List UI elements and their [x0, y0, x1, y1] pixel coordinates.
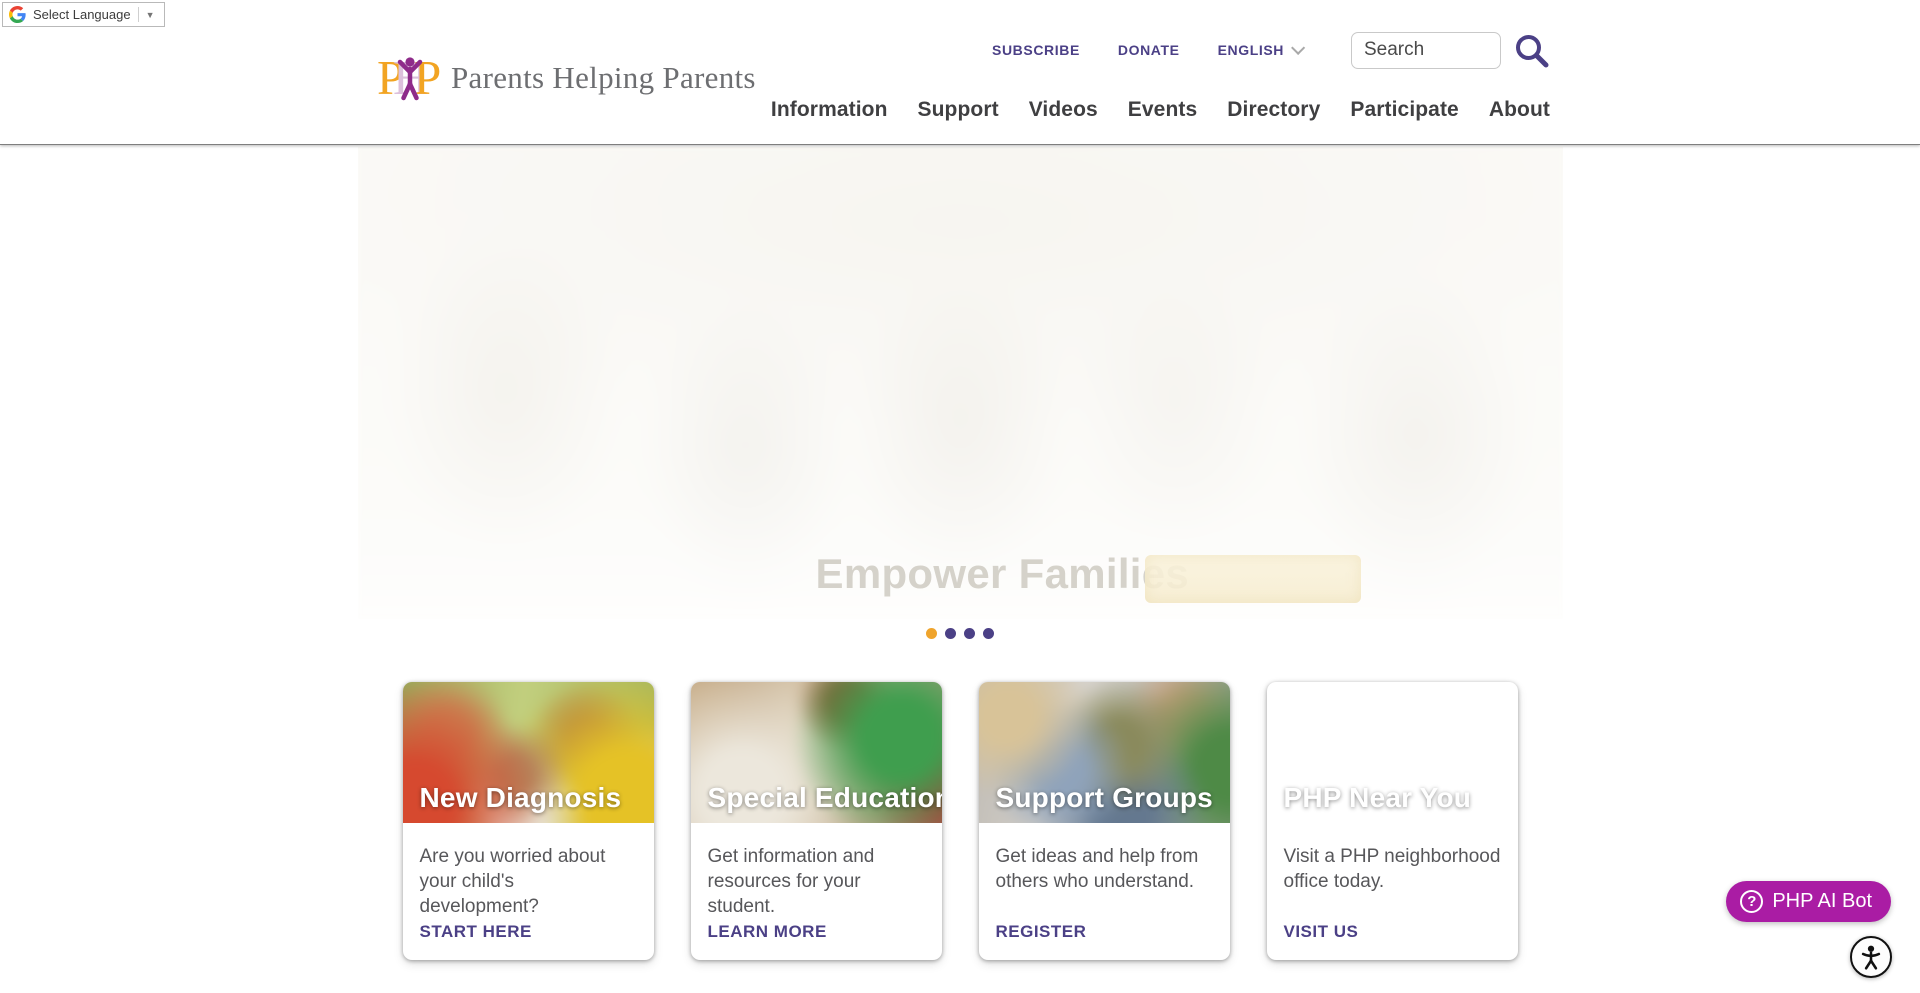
search-area	[1351, 32, 1550, 69]
carousel-dot-2[interactable]	[945, 628, 956, 639]
site-header: P H P Parents Helping Parents	[0, 0, 1920, 145]
page: Select Language ▼ P H P	[0, 0, 1920, 993]
ai-bot-label: PHP AI Bot	[1772, 890, 1872, 913]
hero-image-faded	[358, 147, 1563, 619]
nav-item-information[interactable]: Information	[771, 98, 888, 122]
feature-cards: New Diagnosis Are you worried about your…	[403, 682, 1518, 960]
nav-item-videos[interactable]: Videos	[1029, 98, 1098, 122]
card-description: Are you worried about your child's devel…	[420, 844, 637, 919]
chevron-down-icon	[1291, 41, 1305, 55]
language-selector[interactable]: ENGLISH	[1218, 42, 1301, 58]
carousel-dot-3[interactable]	[964, 628, 975, 639]
card-description: Get ideas and help from others who under…	[996, 844, 1213, 894]
card-description: Visit a PHP neighborhood office today.	[1284, 844, 1501, 894]
carousel-dot-1[interactable]	[926, 628, 937, 639]
card-image: PHP Near You	[1267, 682, 1518, 823]
card-image: Support Groups	[979, 682, 1230, 823]
learn-more-link[interactable]: LEARN MORE	[708, 922, 925, 942]
visit-us-link[interactable]: VISIT US	[1284, 922, 1501, 942]
accessibility-button[interactable]	[1850, 936, 1892, 978]
dropdown-triangle-icon[interactable]: ▼	[146, 10, 155, 20]
search-icon	[1513, 32, 1550, 69]
start-here-link[interactable]: START HERE	[420, 922, 637, 942]
site-logo[interactable]: P H P Parents Helping Parents	[377, 52, 756, 104]
google-translate-widget[interactable]: Select Language ▼	[2, 2, 165, 27]
hero-heading: Empower Families	[816, 550, 1190, 598]
card-title: PHP Near You	[1284, 782, 1472, 814]
language-label: ENGLISH	[1218, 42, 1284, 58]
nav-item-support[interactable]: Support	[918, 98, 999, 122]
accessibility-person-icon	[1856, 942, 1886, 972]
card-special-education[interactable]: Special Education Get information and re…	[691, 682, 942, 960]
carousel-dot-4[interactable]	[983, 628, 994, 639]
nav-item-participate[interactable]: Participate	[1350, 98, 1458, 122]
select-language-label: Select Language	[33, 7, 131, 22]
register-link[interactable]: REGISTER	[996, 922, 1213, 942]
subscribe-link[interactable]: SUBSCRIBE	[992, 42, 1080, 58]
google-logo-icon	[9, 6, 26, 23]
card-php-near-you[interactable]: PHP Near You Visit a PHP neighborhood of…	[1267, 682, 1518, 960]
hero-carousel: Empower Families	[358, 147, 1563, 619]
hero-cta-button-faded[interactable]	[1145, 555, 1361, 603]
card-description: Get information and resources for your s…	[708, 844, 925, 919]
question-mark-icon: ?	[1740, 890, 1763, 913]
site-title: Parents Helping Parents	[451, 60, 756, 96]
nav-item-events[interactable]: Events	[1128, 98, 1197, 122]
php-ai-bot-button[interactable]: ? PHP AI Bot	[1726, 881, 1891, 922]
card-support-groups[interactable]: Support Groups Get ideas and help from o…	[979, 682, 1230, 960]
card-title: New Diagnosis	[420, 782, 622, 814]
utility-row: SUBSCRIBE DONATE ENGLISH	[992, 30, 1550, 70]
nav-item-directory[interactable]: Directory	[1227, 98, 1320, 122]
donate-link[interactable]: DONATE	[1118, 42, 1180, 58]
carousel-dots	[0, 628, 1920, 639]
search-input[interactable]	[1351, 32, 1501, 69]
card-image: Special Education	[691, 682, 942, 823]
php-logo-mark-icon: P H P	[377, 52, 441, 104]
card-new-diagnosis[interactable]: New Diagnosis Are you worried about your…	[403, 682, 654, 960]
divider	[138, 7, 139, 22]
nav-item-about[interactable]: About	[1489, 98, 1550, 122]
card-title: Support Groups	[996, 782, 1213, 814]
card-title: Special Education	[708, 782, 942, 814]
main-nav: Information Support Videos Events Direct…	[771, 98, 1550, 122]
search-button[interactable]	[1513, 32, 1550, 69]
card-image: New Diagnosis	[403, 682, 654, 823]
